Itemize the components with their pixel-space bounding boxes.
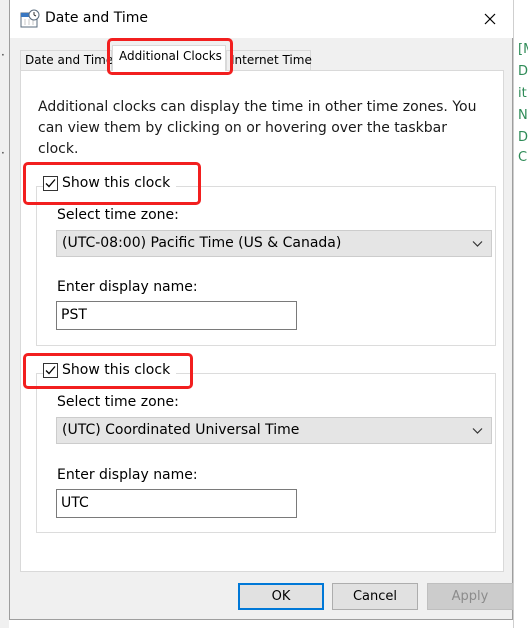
checkmark-icon bbox=[45, 178, 56, 187]
date-time-dialog: Date and Time Date and Time Additional C… bbox=[9, 0, 513, 620]
checkmark-icon bbox=[45, 365, 56, 374]
description-text: Additional clocks can display the time i… bbox=[38, 99, 477, 157]
show-clock-1-label: Show this clock bbox=[62, 175, 171, 191]
left-edge-mark: · bbox=[1, 146, 5, 160]
window-title: Date and Time bbox=[45, 10, 148, 26]
ok-button[interactable]: OK bbox=[238, 583, 324, 610]
cancel-button[interactable]: Cancel bbox=[332, 583, 418, 610]
time-zone-2-label: Select time zone: bbox=[57, 394, 179, 410]
show-clock-2-row[interactable]: Show this clock bbox=[43, 362, 177, 378]
tab-strip: Date and Time Additional Clocks Internet… bbox=[10, 38, 513, 75]
additional-clocks-panel: Additional clocks can display the time i… bbox=[20, 70, 504, 572]
close-icon bbox=[484, 13, 496, 25]
calendar-clock-icon bbox=[20, 9, 40, 29]
show-clock-2-label: Show this clock bbox=[62, 362, 171, 378]
background-text: D bbox=[518, 130, 528, 145]
show-clock-2-checkbox[interactable] bbox=[43, 362, 58, 378]
show-clock-1-row[interactable]: Show this clock bbox=[43, 175, 177, 191]
display-name-2-label: Enter display name: bbox=[57, 467, 198, 483]
left-edge-mark: · bbox=[1, 48, 5, 62]
background-text: D bbox=[518, 64, 528, 79]
chevron-down-icon bbox=[472, 424, 483, 440]
background-text: C bbox=[518, 150, 528, 165]
chevron-down-icon bbox=[472, 237, 483, 253]
tab-additional-clocks[interactable]: Additional Clocks bbox=[112, 45, 226, 71]
close-button[interactable] bbox=[467, 0, 513, 38]
apply-button[interactable]: Apply bbox=[427, 583, 513, 610]
background-text: N bbox=[518, 108, 528, 123]
display-name-2-input[interactable]: UTC bbox=[56, 489, 297, 518]
display-name-1-label: Enter display name: bbox=[57, 279, 198, 295]
time-zone-1-label: Select time zone: bbox=[57, 207, 179, 223]
tab-date-and-time[interactable]: Date and Time bbox=[20, 50, 113, 70]
time-zone-2-select[interactable]: (UTC) Coordinated Universal Time bbox=[56, 417, 492, 444]
tab-internet-time[interactable]: Internet Time bbox=[226, 50, 312, 70]
show-clock-1-checkbox[interactable] bbox=[43, 175, 58, 191]
background-text: it bbox=[518, 86, 527, 101]
background-window-right: [M D it N D C bbox=[513, 0, 528, 628]
time-zone-1-value: (UTC-08:00) Pacific Time (US & Canada) bbox=[62, 235, 342, 251]
time-zone-2-value: (UTC) Coordinated Universal Time bbox=[62, 422, 300, 438]
title-bar: Date and Time bbox=[10, 0, 513, 38]
background-window-left: · · bbox=[0, 0, 9, 628]
background-text: [M bbox=[518, 42, 528, 57]
time-zone-1-select[interactable]: (UTC-08:00) Pacific Time (US & Canada) bbox=[56, 230, 492, 257]
display-name-1-input[interactable]: PST bbox=[56, 301, 297, 330]
